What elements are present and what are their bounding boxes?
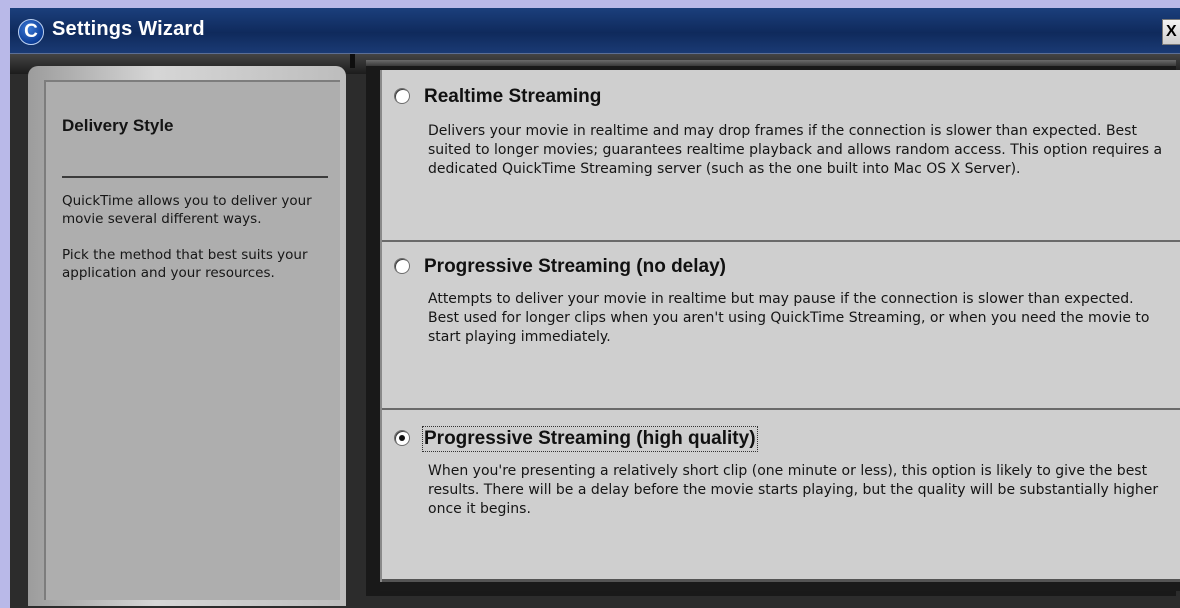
option-description: Delivers your movie in realtime and may …: [428, 123, 1163, 177]
sidebar-paragraph-1: QuickTime allows you to deliver your mov…: [62, 193, 312, 227]
option-progressive-no-delay[interactable]: Progressive Streaming (no delay) Attempt…: [382, 242, 1180, 410]
option-title[interactable]: Progressive Streaming (high quality): [422, 426, 758, 452]
options-panel: Realtime Streaming Delivers your movie i…: [380, 70, 1180, 582]
window-title: Settings Wizard: [52, 18, 205, 40]
close-button[interactable]: X: [1162, 19, 1180, 45]
option-description: When you're presenting a relatively shor…: [428, 463, 1159, 517]
header-band-notch: [350, 54, 355, 68]
option-description: Attempts to deliver your movie in realti…: [428, 291, 1150, 345]
bottom-frame: [380, 582, 1180, 591]
app-icon: C: [18, 19, 44, 45]
option-title[interactable]: Progressive Streaming (no delay): [424, 256, 726, 278]
radio-progressive-high-quality[interactable]: [394, 430, 410, 446]
sidebar-divider: [62, 176, 328, 178]
radio-progressive-no-delay[interactable]: [394, 258, 410, 274]
option-progressive-high-quality[interactable]: Progressive Streaming (high quality) Whe…: [382, 410, 1180, 582]
option-title[interactable]: Realtime Streaming: [424, 86, 601, 108]
sidebar: Delivery Style QuickTime allows you to d…: [44, 80, 340, 600]
radio-realtime-streaming[interactable]: [394, 88, 410, 104]
option-realtime-streaming[interactable]: Realtime Streaming Delivers your movie i…: [382, 70, 1180, 242]
sidebar-heading: Delivery Style: [62, 116, 174, 135]
sidebar-paragraph-2: Pick the method that best suits your app…: [62, 247, 308, 281]
title-bar[interactable]: C Settings Wizard X: [10, 8, 1180, 54]
